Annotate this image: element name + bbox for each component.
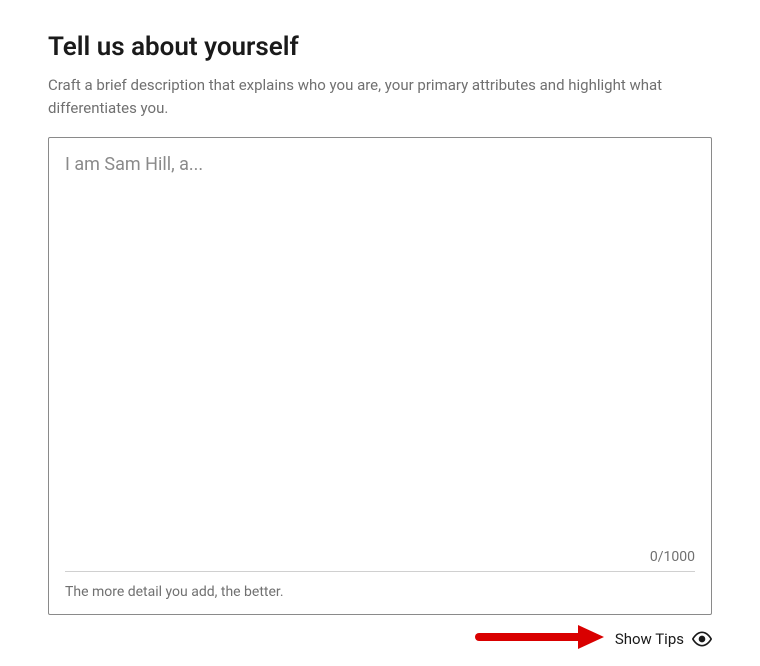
show-tips-button[interactable]: Show Tips: [615, 629, 712, 649]
char-counter: 0/1000: [65, 549, 695, 572]
about-textarea-container: 0/1000 The more detail you add, the bett…: [48, 137, 712, 615]
eye-icon: [692, 629, 712, 649]
show-tips-label: Show Tips: [615, 630, 684, 648]
page-title: Tell us about yourself: [48, 32, 712, 62]
footer-row: Show Tips: [48, 629, 712, 649]
helper-text: The more detail you add, the better.: [65, 584, 695, 600]
page-subtitle: Craft a brief description that explains …: [48, 74, 688, 119]
about-textarea[interactable]: [65, 152, 695, 549]
arrow-annotation-icon: [474, 622, 604, 656]
